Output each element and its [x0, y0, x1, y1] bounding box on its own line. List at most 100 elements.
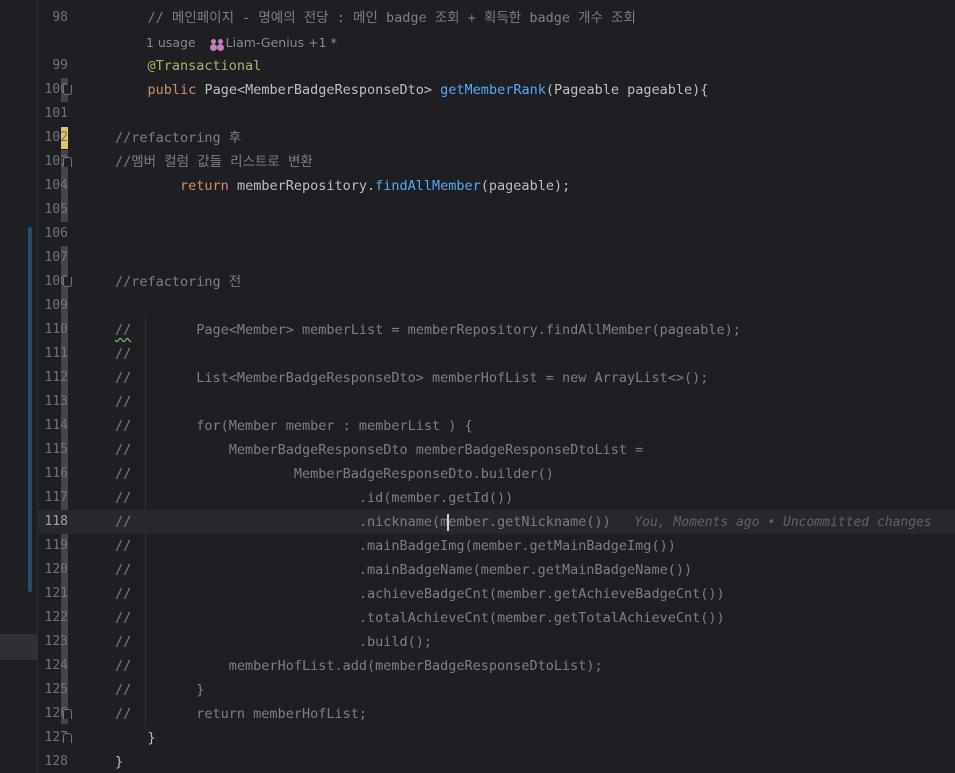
code-line[interactable]: 123 // .build();	[38, 630, 955, 654]
method-name: findAllMember	[375, 178, 481, 194]
comment-prefix: //	[115, 322, 132, 338]
line-number: 113	[44, 394, 68, 409]
code-line[interactable]: 100 public Page<MemberBadgeResponseDto> …	[38, 78, 955, 102]
line-number: 122	[44, 610, 68, 625]
code-line[interactable]: 110 // Page<Member> memberList = memberR…	[38, 318, 955, 342]
keyword: public	[147, 82, 197, 98]
code-line[interactable]: 99 @Transactional	[38, 54, 955, 78]
type-name: Pageable	[553, 82, 620, 98]
commented-code: // MemberBadgeResponseDto.builder()	[115, 466, 554, 482]
fold-marker-icon[interactable]	[63, 733, 72, 743]
code-line[interactable]: 124 // memberHofList.add(memberBadgeResp…	[38, 654, 955, 678]
method-name: getMemberRank	[440, 82, 546, 98]
code-editor[interactable]: 98 // 메인페이지 - 명예의 전당 : 메인 badge 조회 + 획득한…	[0, 0, 955, 773]
commented-code: // .achieveBadgeCnt(member.getAchieveBad…	[115, 586, 725, 602]
line-number: 121	[44, 586, 68, 601]
code-line[interactable]: 103 //멤버 컬럼 값들 리스트로 변환	[38, 150, 955, 174]
fold-marker-icon[interactable]	[63, 709, 72, 719]
line-number: 119	[44, 538, 68, 553]
line-number: 112	[44, 370, 68, 385]
type-name: Page	[204, 82, 237, 98]
code-line[interactable]: 109	[38, 294, 955, 318]
line-number: 109	[44, 298, 68, 313]
code-line[interactable]: 121 // .achieveBadgeCnt(member.getAchiev…	[38, 582, 955, 606]
code-line[interactable]: 127 }	[38, 726, 955, 750]
code-comment: //refactoring 전	[115, 274, 242, 290]
keyword: return	[180, 178, 229, 194]
method-signature: public Page<MemberBadgeResponseDto> getM…	[147, 82, 709, 98]
code-line[interactable]: 117 // .id(member.getId())	[38, 486, 955, 510]
code-line[interactable]: 115 // MemberBadgeResponseDto memberBadg…	[38, 438, 955, 462]
code-line[interactable]: 122 // .totalAchieveCnt(member.getTotalA…	[38, 606, 955, 630]
commented-code: // .mainBadgeName(member.getMainBadgeNam…	[115, 562, 693, 578]
code-line[interactable]: 102 //refactoring 후	[38, 126, 955, 150]
commented-code: // .nickname(member.getNickname()) You, …	[115, 513, 932, 531]
code-line[interactable]: 105	[38, 198, 955, 222]
code-comment: // 메인페이지 - 명예의 전당 : 메인 badge 조회 + 획득한 ba…	[115, 10, 636, 26]
usage-hint[interactable]: 1 usage Liam-Genius +1 *	[146, 31, 337, 55]
commented-code: // List<MemberBadgeResponseDto> memberHo…	[115, 370, 709, 386]
fold-marker-icon[interactable]	[63, 157, 72, 167]
code-line[interactable]: 98 // 메인페이지 - 명예의 전당 : 메인 badge 조회 + 획득한…	[38, 6, 955, 30]
code-line[interactable]: 126 // return memberHofList;	[38, 702, 955, 726]
line-number: 99	[52, 58, 68, 73]
line-number: 98	[52, 10, 68, 25]
fold-marker-icon[interactable]	[63, 85, 72, 95]
commented-code: // .mainBadgeImg(member.getMainBadgeImg(…	[115, 538, 676, 554]
code-line[interactable]: 104 return memberRepository.findAllMembe…	[38, 174, 955, 198]
line-number: 102	[44, 130, 68, 145]
commented-code: // memberHofList.add(memberBadgeResponse…	[115, 658, 603, 674]
line-number: 123	[44, 634, 68, 649]
closing-brace: }	[115, 754, 124, 770]
line-number: 128	[44, 754, 68, 769]
code-line[interactable]: 112 // List<MemberBadgeResponseDto> memb…	[38, 366, 955, 390]
code-comment: //멤버 컬럼 값들 리스트로 변환	[115, 154, 313, 170]
line-number: 105	[44, 202, 68, 217]
code-line[interactable]: 106	[38, 222, 955, 246]
line-number: 117	[44, 490, 68, 505]
code-line[interactable]: 125 // }	[38, 678, 955, 702]
commented-code: // .totalAchieveCnt(member.getTotalAchie…	[115, 610, 725, 626]
code-line[interactable]: 107	[38, 246, 955, 270]
commented-code: // return memberHofList;	[115, 706, 367, 722]
users-icon	[210, 38, 224, 49]
commented-code: //	[115, 394, 132, 410]
return-statement: return memberRepository.findAllMember(pa…	[180, 178, 571, 194]
inline-blame[interactable]: You, Moments ago • Uncommitted changes	[611, 515, 931, 530]
strip-highlight	[0, 634, 38, 660]
code-line[interactable]: 114 // for(Member member : memberList ) …	[38, 414, 955, 438]
line-number: 104	[44, 178, 68, 193]
annotation: @Transactional	[115, 58, 262, 74]
line-number: 114	[44, 418, 68, 433]
commented-code: // Page<Member> memberList = memberRepos…	[115, 322, 741, 338]
fold-marker-icon[interactable]	[63, 277, 72, 287]
code-line[interactable]: 111 //	[38, 342, 955, 366]
line-number: 111	[44, 346, 68, 361]
code-line[interactable]: 119 // .mainBadgeImg(member.getMainBadge…	[38, 534, 955, 558]
line-number: 125	[44, 682, 68, 697]
closing-brace: }	[115, 730, 156, 746]
author-hint[interactable]: Liam-Genius +1 *	[226, 35, 337, 50]
commented-code: // }	[115, 682, 205, 698]
commented-code: // .id(member.getId())	[115, 490, 514, 506]
commented-code: // MemberBadgeResponseDto memberBadgeRes…	[115, 442, 644, 458]
code-line[interactable]: 101	[38, 102, 955, 126]
code-line[interactable]: 108 //refactoring 전	[38, 270, 955, 294]
code-line[interactable]: 113 //	[38, 390, 955, 414]
commented-code: //	[115, 346, 132, 362]
code-line[interactable]: 120 // .mainBadgeName(member.getMainBadg…	[38, 558, 955, 582]
usage-count[interactable]: 1 usage	[146, 35, 196, 50]
line-number: 106	[44, 226, 68, 241]
code-line[interactable]: 128 }	[38, 750, 955, 773]
line-number: 118	[44, 514, 68, 529]
line-number: 110	[44, 322, 68, 337]
commented-code: // .build();	[115, 634, 432, 650]
code-comment: //refactoring 후	[115, 130, 242, 146]
inlay-hint-line: 1 usage Liam-Genius +1 *	[38, 31, 955, 55]
line-number: 107	[44, 250, 68, 265]
current-line[interactable]: 118 // .nickname(member.getNickname()) Y…	[38, 510, 955, 534]
tool-window-strip	[0, 0, 38, 773]
line-number: 115	[44, 442, 68, 457]
code-line[interactable]: 116 // MemberBadgeResponseDto.builder()	[38, 462, 955, 486]
line-number: 101	[44, 106, 68, 121]
